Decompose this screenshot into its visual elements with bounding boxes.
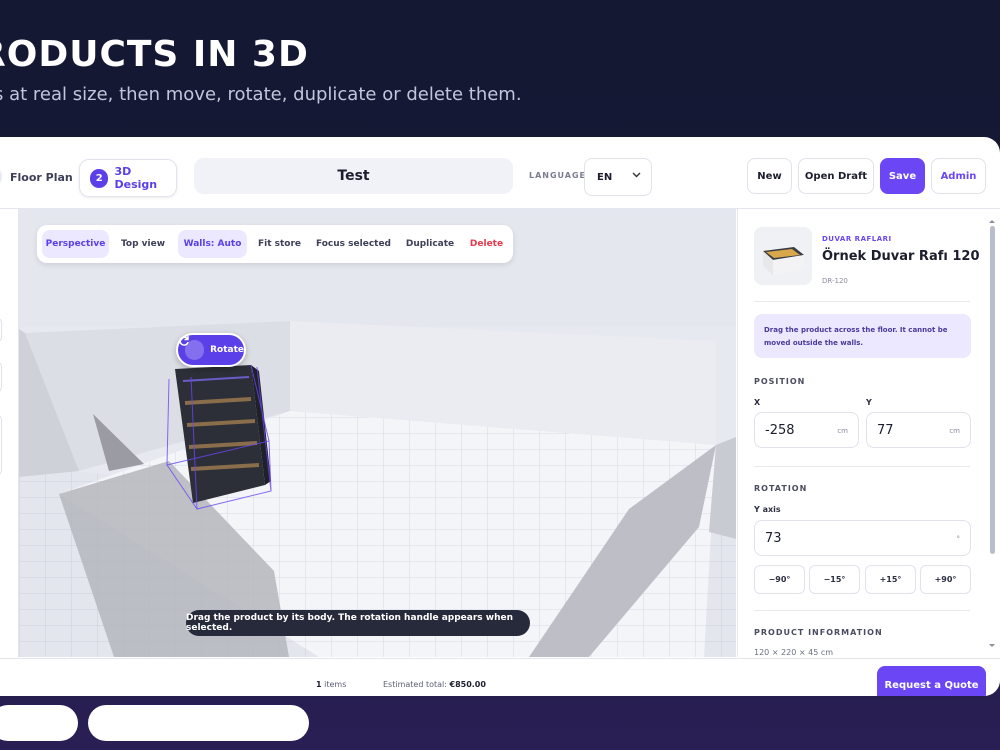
drag-hint: Drag the product by its body. The rotati… — [186, 610, 530, 636]
product-image — [763, 247, 804, 275]
admin-button[interactable]: Admin — [931, 158, 986, 194]
language-value: EN — [597, 171, 613, 183]
bottom-pill[interactable] — [0, 705, 78, 741]
drag-info-text: Drag the product across the floor. It ca… — [764, 326, 948, 347]
step-label: 3D Design — [114, 165, 158, 191]
fit-store-button[interactable]: Fit store — [254, 230, 305, 258]
delete-button[interactable]: Delete — [465, 230, 508, 258]
duplicate-button[interactable]: Duplicate — [401, 230, 459, 258]
x-position-input[interactable]: -258 cm — [754, 412, 859, 448]
x-value: -258 — [765, 423, 795, 438]
y-axis-label: Y axis — [754, 505, 781, 514]
rotation-input[interactable]: 73 ° — [754, 520, 971, 556]
rotation-label: ROTATION — [754, 484, 808, 493]
rotate-minus-90-button[interactable]: −90° — [754, 565, 805, 594]
divider — [754, 301, 970, 302]
save-button[interactable]: Save — [880, 158, 925, 194]
items-count: 1 items — [316, 680, 346, 689]
product-category: DUVAR RAFLARI — [822, 235, 892, 243]
chevron-down-icon — [632, 172, 641, 178]
view-toolbar: Perspective Top view Walls: Auto Fit sto… — [37, 225, 513, 263]
product-code: DR-120 — [822, 277, 848, 285]
rotate-plus-15-button[interactable]: +15° — [865, 565, 916, 594]
items-number: 1 — [316, 680, 322, 689]
rail-tab[interactable] — [0, 361, 2, 393]
y-label: Y — [866, 398, 872, 407]
top-bar: 1 Floor Plan 2 3D Design Test LANGUAGE E… — [0, 137, 1000, 209]
open-draft-button[interactable]: Open Draft — [798, 158, 874, 194]
estimated-total: Estimated total: €850.00 — [383, 680, 486, 689]
step-number: 1 — [0, 166, 2, 188]
y-position-input[interactable]: 77 cm — [866, 412, 971, 448]
left-rail — [0, 209, 19, 657]
3d-viewport[interactable]: Perspective Top view Walls: Auto Fit sto… — [19, 209, 736, 657]
rotate-plus-90-button[interactable]: +90° — [920, 565, 971, 594]
product-name: Örnek Duvar Rafı 120 — [822, 249, 980, 264]
walls-auto-button[interactable]: Walls: Auto — [178, 230, 247, 258]
scrollbar-thumb[interactable] — [990, 226, 995, 554]
app-window: 1 Floor Plan 2 3D Design Test LANGUAGE E… — [0, 137, 1000, 696]
product-info-label: PRODUCT INFORMATION — [754, 628, 883, 637]
panel-scrollbar[interactable] — [988, 219, 996, 649]
step-number: 2 — [90, 168, 109, 188]
new-button[interactable]: New — [747, 158, 792, 194]
rotation-value: 73 — [765, 531, 782, 546]
perspective-button[interactable]: Perspective — [42, 230, 109, 258]
product-panel: DUVAR RAFLARI Örnek Duvar Rafı 120 DR-12… — [737, 209, 991, 657]
rail-tab[interactable] — [0, 317, 2, 343]
divider — [754, 610, 970, 611]
footer-bar: 1 items Estimated total: €850.00 Request… — [0, 658, 1000, 696]
rotate-handle[interactable]: Rotate — [176, 333, 246, 367]
rotate-icon — [179, 336, 205, 360]
request-quote-button[interactable]: Request a Quote — [877, 666, 986, 696]
x-unit: cm — [837, 427, 848, 435]
3d-scene[interactable] — [19, 209, 736, 657]
step-3d-design[interactable]: 2 3D Design — [79, 159, 177, 197]
step-floor-plan[interactable]: 1 Floor Plan — [0, 159, 73, 195]
y-value: 77 — [877, 423, 894, 438]
rotation-unit: ° — [956, 535, 961, 543]
language-select[interactable]: EN — [584, 158, 652, 196]
rotate-label: Rotate — [210, 345, 244, 355]
items-label: items — [324, 680, 347, 689]
bottom-pill[interactable] — [88, 705, 309, 741]
product-dimensions: 120 × 220 × 45 cm — [754, 648, 834, 657]
total-value: €850.00 — [449, 680, 486, 689]
language-label: LANGUAGE — [529, 171, 587, 180]
divider — [754, 466, 970, 467]
hero-subtitle: s at real size, then move, rotate, dupli… — [0, 84, 522, 105]
rotate-minus-15-button[interactable]: −15° — [809, 565, 860, 594]
rail-tab[interactable] — [0, 414, 2, 476]
step-label: Floor Plan — [10, 170, 73, 184]
x-label: X — [754, 398, 761, 407]
y-unit: cm — [949, 427, 960, 435]
hero-title: RODUCTS IN 3D — [0, 34, 309, 75]
project-title-field[interactable]: Test — [194, 158, 513, 194]
focus-selected-button[interactable]: Focus selected — [312, 230, 395, 258]
position-label: POSITION — [754, 377, 806, 386]
total-label: Estimated total: — [383, 680, 447, 689]
product-thumbnail — [754, 227, 812, 285]
drag-info-box: Drag the product across the floor. It ca… — [754, 314, 971, 358]
top-view-button[interactable]: Top view — [116, 230, 170, 258]
